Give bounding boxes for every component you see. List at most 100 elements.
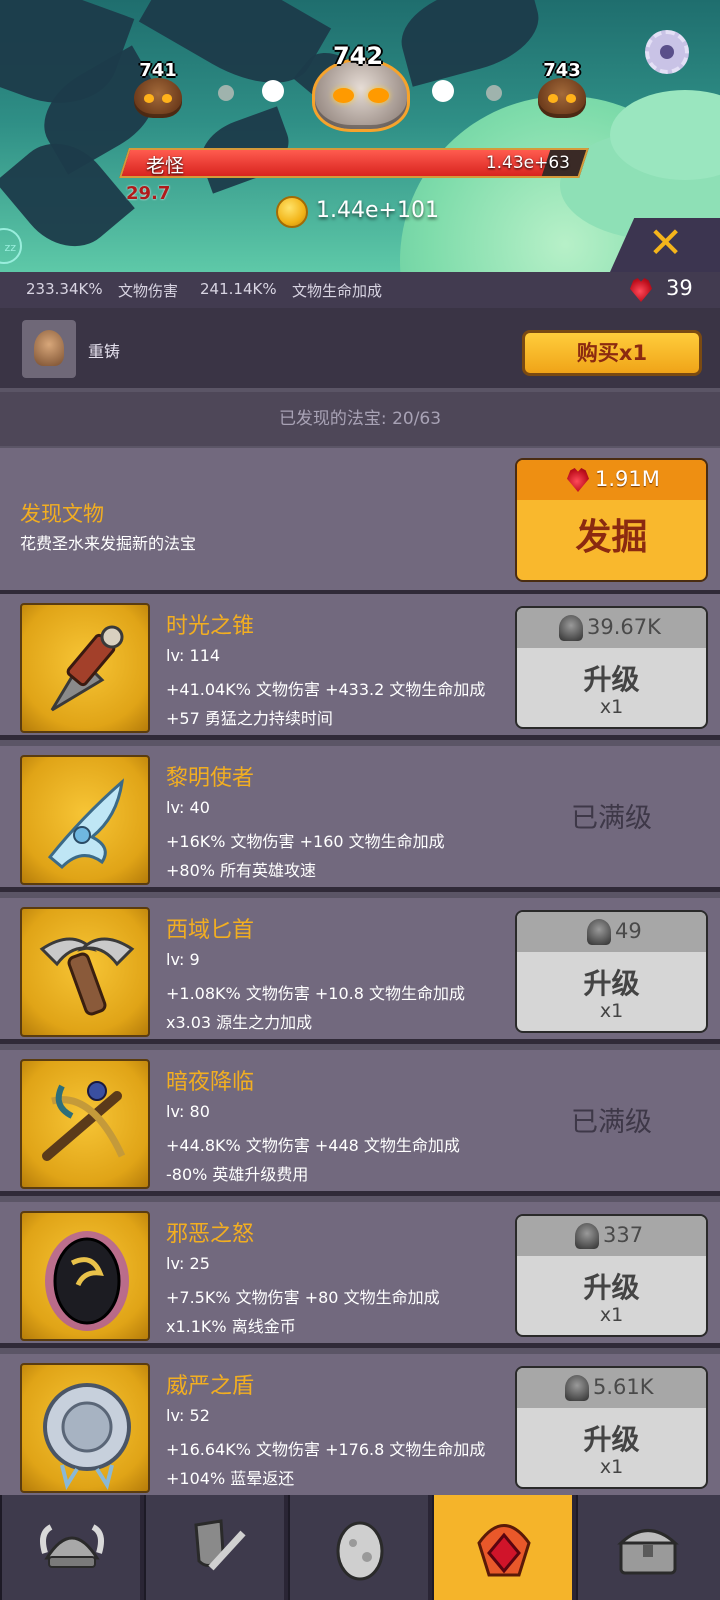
upgrade-cost-row: 49 — [517, 912, 706, 952]
helmet-currency-icon — [565, 1375, 589, 1401]
tab-heroes[interactable] — [0, 1495, 140, 1600]
artifact-name: 时光之锥 — [166, 614, 255, 639]
artifact-stats-bar: 233.34K% 文物伤害 241.14K% 文物生命加成 39 — [0, 272, 720, 308]
reforge-helmet-icon[interactable] — [22, 320, 76, 378]
artifact-effect-2: x1.1K% 离线金币 — [166, 1317, 296, 1336]
gold-coin-icon — [276, 196, 308, 228]
leaf — [392, 0, 548, 87]
artifact-effect-1: +44.8K% 文物伤害 +448 文物生命加成 — [166, 1136, 460, 1155]
stage-current-number: 742 — [332, 42, 384, 70]
viking-helmet-icon — [40, 1524, 104, 1568]
ruby-crown-icon — [477, 1524, 531, 1577]
artifact-effect-1: +16.64K% 文物伤害 +176.8 文物生命加成 — [166, 1440, 486, 1459]
upgrade-cost: 39.67K — [587, 615, 661, 639]
stage-prev-number: 741 — [139, 60, 177, 81]
artifact-effect-2: x3.03 源生之力加成 — [166, 1013, 313, 1032]
tab-chest[interactable] — [576, 1495, 720, 1600]
artifact-level: lv: 114 — [166, 646, 221, 665]
sleep-icon[interactable]: zz — [0, 228, 22, 264]
artifact-effect-2: +57 勇猛之力持续时间 — [166, 709, 333, 728]
hp-bonus-label: 文物生命加成 — [292, 282, 383, 300]
damage-value: 233.34K% — [26, 280, 103, 298]
hp-bonus-value: 241.14K% — [200, 280, 277, 298]
artifact-row: 时光之锥 lv: 114 +41.04K% 文物伤害 +433.2 文物生命加成… — [0, 594, 720, 740]
drill-icon — [20, 603, 150, 733]
round-shield-icon — [20, 1363, 150, 1493]
artifact-name: 威严之盾 — [166, 1374, 255, 1399]
dark-egg-icon — [20, 1211, 150, 1341]
artifact-name: 西域匕首 — [166, 918, 255, 943]
bottom-nav — [0, 1495, 720, 1600]
stage-next-number: 743 — [543, 60, 581, 81]
stage-dot — [218, 85, 234, 101]
artifact-name: 暗夜降临 — [166, 1070, 255, 1095]
artifact-name: 黎明使者 — [166, 766, 255, 791]
dig-cost: 1.91M — [595, 467, 660, 491]
artifact-effect-1: +16K% 文物伤害 +160 文物生命加成 — [166, 832, 445, 851]
upgrade-button[interactable]: 39.67K 升级 x1 — [515, 606, 708, 729]
tab-artifacts[interactable] — [432, 1495, 572, 1600]
max-level-label: 已满级 — [571, 1107, 652, 1138]
artifact-effect-1: +7.5K% 文物伤害 +80 文物生命加成 — [166, 1288, 440, 1307]
blade-icon — [20, 755, 150, 885]
artifact-effect-2: -80% 英雄升级费用 — [166, 1165, 309, 1184]
ruby-icon — [567, 468, 589, 492]
gold-amount: 1.44e+101 — [316, 198, 439, 223]
boss-hp-value: 1.43e+63 — [485, 153, 570, 173]
settings-gear-icon[interactable] — [645, 30, 689, 74]
upgrade-multiplier: x1 — [599, 696, 624, 718]
artifact-row: 邪恶之怒 lv: 25 +7.5K% 文物伤害 +80 文物生命加成 x1.1K… — [0, 1202, 720, 1348]
dagger-icon — [20, 907, 150, 1037]
dig-button[interactable]: 1.91M 发掘 — [515, 458, 708, 582]
helmet-currency-icon — [587, 919, 611, 945]
stage-prev-skull-icon — [134, 78, 182, 118]
artifact-row: 暗夜降临 lv: 80 +44.8K% 文物伤害 +448 文物生命加成 -80… — [0, 1050, 720, 1196]
shield-sword-icon — [194, 1519, 246, 1571]
artifact-effect-1: +41.04K% 文物伤害 +433.2 文物生命加成 — [166, 680, 486, 699]
buy-x1-button[interactable]: 购买x1 — [522, 330, 702, 376]
artifact-level: lv: 9 — [166, 950, 200, 969]
treasure-chest-icon — [617, 1529, 679, 1575]
stage-dot — [486, 85, 502, 101]
stage-next-skull-icon — [538, 78, 586, 118]
max-level-label: 已满级 — [571, 803, 652, 834]
stage-dot — [432, 80, 454, 102]
artifact-level: lv: 52 — [166, 1406, 210, 1425]
artifact-level: lv: 80 — [166, 1102, 210, 1121]
upgrade-cost-row: 337 — [517, 1216, 706, 1256]
upgrade-label: 升级 — [583, 663, 640, 696]
close-icon: ✕ — [648, 218, 684, 267]
artifact-effect-1: +1.08K% 文物伤害 +10.8 文物生命加成 — [166, 984, 466, 1003]
upgrade-button[interactable]: 49 升级 x1 — [515, 910, 708, 1033]
boss-name: 老怪 — [146, 155, 185, 177]
discovered-count: 已发现的法宝: 20/63 — [0, 392, 720, 446]
upgrade-multiplier: x1 — [599, 1456, 624, 1478]
artifact-level: lv: 25 — [166, 1254, 210, 1273]
upgrade-multiplier: x1 — [599, 1304, 624, 1326]
tab-equipment[interactable] — [144, 1495, 284, 1600]
reforge-label: 重铸 — [88, 342, 121, 361]
dig-cost-row: 1.91M — [517, 460, 706, 500]
battle-scene: 741 742 743 老怪 1.43e+63 29.7 1.44e+101 z… — [0, 0, 720, 272]
upgrade-cost: 5.61K — [593, 1375, 654, 1399]
upgrade-cost-row: 39.67K — [517, 608, 706, 648]
helmet-currency-icon — [559, 615, 583, 641]
artifact-row: 西域匕首 lv: 9 +1.08K% 文物伤害 +10.8 文物生命加成 x3.… — [0, 898, 720, 1044]
stage-dot — [262, 80, 284, 102]
upgrade-cost: 49 — [615, 919, 642, 943]
upgrade-label: 升级 — [583, 1423, 640, 1456]
ruby-icon — [630, 278, 652, 302]
helmet-currency-icon — [575, 1223, 599, 1249]
upgrade-cost: 337 — [603, 1223, 644, 1247]
artifact-effect-2: +104% 蓝晕返还 — [166, 1469, 295, 1488]
gem-count: 39 — [666, 276, 693, 300]
tab-pets[interactable] — [288, 1495, 428, 1600]
boss-timer: 29.7 — [126, 183, 171, 204]
upgrade-multiplier: x1 — [599, 1000, 624, 1022]
dig-label: 发掘 — [575, 517, 648, 558]
upgrade-button[interactable]: 337 升级 x1 — [515, 1214, 708, 1337]
crossbow-icon — [20, 1059, 150, 1189]
upgrade-button[interactable]: 5.61K 升级 x1 — [515, 1366, 708, 1489]
artifact-effect-2: +80% 所有英雄攻速 — [166, 861, 317, 880]
artifact-name: 邪恶之怒 — [166, 1222, 255, 1247]
